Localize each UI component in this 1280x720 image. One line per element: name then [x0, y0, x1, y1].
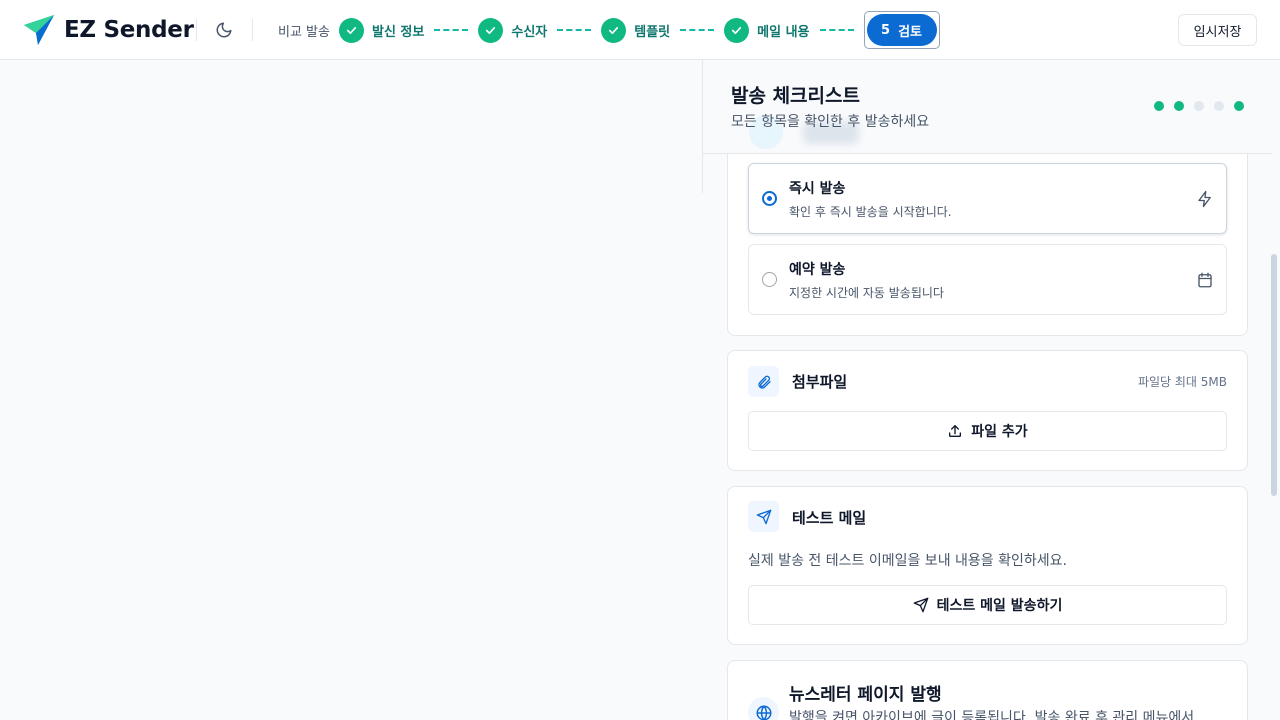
newsletter-publish-card: 뉴스레터 페이지 발행 발행을 켜면 아카이브에 글이 등록됩니다. 발송 완료…	[727, 660, 1248, 720]
send-icon	[913, 597, 928, 613]
step-label: 검토	[898, 24, 922, 40]
checklist-title: 발송 체크리스트	[731, 85, 860, 107]
card-title: 첨부파일	[792, 373, 848, 391]
checklist-subtitle: 모든 항목을 확인한 후 발송하세요	[731, 114, 930, 130]
step-label: 템플릿	[634, 24, 671, 40]
button-label: 테스트 메일 발송하기	[936, 598, 1063, 614]
option-title: 즉시 발송	[789, 181, 846, 197]
progress-dot	[1174, 101, 1184, 111]
upload-icon	[949, 425, 962, 437]
globe-icon	[748, 697, 779, 720]
paperclip-icon	[748, 366, 779, 397]
step-connector	[680, 29, 715, 31]
save-draft-button[interactable]: 임시저장	[1178, 14, 1257, 46]
scrollbar-thumb[interactable]	[1271, 254, 1277, 496]
card-description: 발행을 켜면 아카이브에 글이 등록됩니다. 발송 완료 후 관리 메뉴에서	[789, 710, 1195, 720]
option-desc: 확인 후 즉시 발송을 시작합니다.	[789, 205, 952, 219]
step-recipients[interactable]: 수신자	[478, 17, 548, 43]
compare-send-link[interactable]: 비교 발송	[278, 21, 330, 40]
progress-dot	[1234, 101, 1244, 111]
step-progress: 비교 발송 발신 정보 수신자 템플릿 메일 내용 5 검토	[278, 11, 940, 49]
card-title: 테스트 메일	[792, 509, 867, 527]
step-mail-content[interactable]: 메일 내용	[724, 17, 810, 43]
step-connector	[819, 29, 854, 31]
progress-dot	[1194, 101, 1204, 111]
check-icon	[338, 17, 364, 43]
moon-icon	[216, 22, 232, 38]
send-checklist-header: 발송 체크리스트 모든 항목을 확인한 후 발송하세요	[703, 60, 1272, 154]
attachment-card: 첨부파일 파일당 최대 5MB 파일 추가	[727, 350, 1248, 471]
option-title: 예약 발송	[789, 262, 846, 278]
header-divider	[196, 19, 197, 41]
current-step-pill: 5 검토	[866, 14, 937, 46]
add-file-button[interactable]: 파일 추가	[748, 411, 1227, 451]
checklist-progress-dots	[1154, 101, 1254, 111]
step-sender-info[interactable]: 발신 정보	[338, 17, 425, 43]
test-mail-card: 테스트 메일 실제 발송 전 테스트 이메일을 보내 내용을 확인하세요. 테스…	[727, 486, 1248, 645]
radio-button[interactable]	[762, 272, 777, 287]
theme-toggle-button[interactable]	[212, 18, 236, 42]
step-label: 메일 내용	[757, 24, 810, 40]
send-icon	[748, 501, 779, 532]
step-connector	[434, 29, 469, 31]
progress-dot	[1214, 101, 1224, 111]
logo[interactable]: EZ Sender	[23, 14, 194, 46]
calendar-icon	[1198, 272, 1212, 288]
send-test-mail-button[interactable]: 테스트 메일 발송하기	[748, 585, 1227, 625]
card-description: 실제 발송 전 테스트 이메일을 보내 내용을 확인하세요.	[748, 553, 1067, 569]
step-template[interactable]: 템플릿	[601, 17, 671, 43]
check-icon	[724, 17, 750, 43]
card-title: 뉴스레터 페이지 발행	[789, 685, 942, 705]
paper-plane-logo-icon	[24, 15, 54, 45]
top-header: EZ Sender 비교 발송 발신 정보 수신자 템플릿 메일 내용 5 검토…	[0, 0, 1280, 60]
option-desc: 지정한 시간에 자동 발송됩니다	[789, 286, 944, 300]
lightning-icon	[1198, 190, 1211, 208]
header-divider	[252, 19, 253, 41]
step-connector	[557, 29, 592, 31]
send-now-option[interactable]: 즉시 발송 확인 후 즉시 발송을 시작합니다.	[748, 163, 1227, 234]
app-name: EZ Sender	[64, 17, 194, 43]
file-size-limit: 파일당 최대 5MB	[1137, 375, 1227, 389]
step-label: 발신 정보	[371, 24, 425, 40]
step-review-current[interactable]: 5 검토	[863, 11, 940, 49]
check-icon	[478, 17, 504, 43]
radio-button-selected[interactable]	[762, 191, 777, 206]
step-number: 5	[881, 22, 891, 38]
button-label: 파일 추가	[971, 424, 1028, 440]
progress-dot	[1154, 101, 1164, 111]
check-icon	[601, 17, 627, 43]
scheduled-send-option[interactable]: 예약 발송 지정한 시간에 자동 발송됩니다	[748, 244, 1227, 315]
step-label: 수신자	[511, 24, 548, 40]
